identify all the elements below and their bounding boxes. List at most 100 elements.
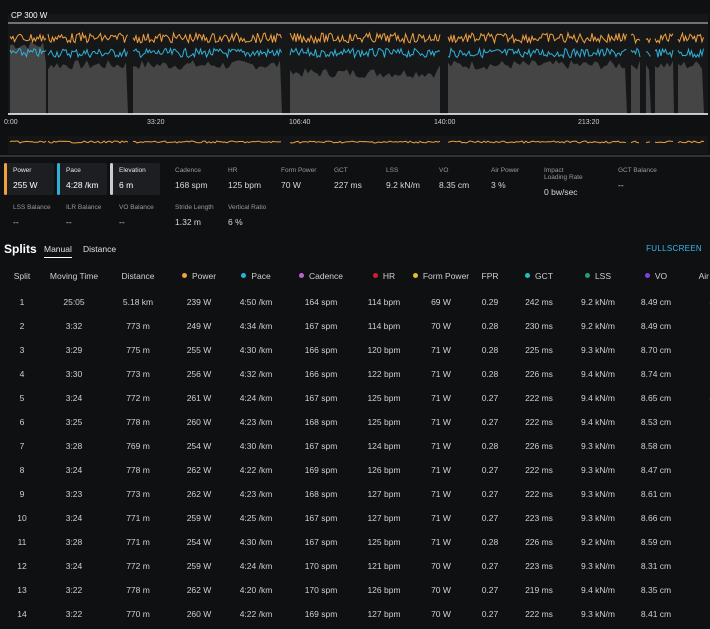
activity-chart-svg[interactable] [0, 0, 710, 158]
column-header[interactable]: Moving Time [44, 262, 104, 290]
metric-value: 125 bpm [228, 180, 262, 190]
metric-elevation[interactable]: Elevation 6 m [110, 163, 160, 195]
table-cell: 3 [19, 345, 25, 355]
table-cell: 0.27 [481, 609, 499, 619]
metric-impact-loading-rate[interactable]: Impact Loading Rate 0 bw/sec [535, 163, 585, 197]
table-row[interactable]: 2 3:32 773 m 249 W 4:34 /km 167 spm 114 bpm 70 … [0, 314, 710, 338]
table-row[interactable]: 13 3:22 778 m 262 W 4:20 /km 170 spm 126 bpm 70… [0, 578, 710, 602]
table-row[interactable]: 8 3:24 778 m 262 W 4:22 /km 169 spm 126 bpm 71 … [0, 458, 710, 482]
metric-cadence[interactable]: Cadence 168 spm [166, 163, 216, 195]
table-row[interactable]: 6 3:25 778 m 260 W 4:23 /km 168 spm 125 bpm 71 … [0, 410, 710, 434]
column-header[interactable]: Air Power [684, 262, 710, 290]
column-header[interactable]: Form Power [412, 262, 470, 290]
table-cell: 121 bpm [367, 561, 401, 571]
table-cell: 8.49 cm [640, 297, 672, 307]
metric-label: LSS [386, 167, 399, 174]
metric-power[interactable]: Power 255 W [4, 163, 54, 195]
column-header[interactable]: Pace [226, 262, 286, 290]
table-cell: 71 W [431, 489, 451, 499]
table-cell: 9.3 kN/m [580, 561, 615, 571]
metric-label: Pace [66, 167, 81, 174]
table-cell: 71 W [431, 345, 451, 355]
metric-vo[interactable]: VO 8.35 cm [430, 163, 480, 195]
column-header[interactable]: FPR [470, 262, 510, 290]
table-cell: 7 [19, 441, 25, 451]
table-cell: 239 W [186, 297, 212, 307]
metric-value: 4:28 /km [66, 180, 99, 190]
column-header[interactable]: HR [356, 262, 412, 290]
table-row[interactable]: 4 3:30 773 m 256 W 4:32 /km 166 spm 122 bpm 71 … [0, 362, 710, 386]
table-cell: 8.35 cm [640, 585, 672, 595]
metric-value: 8.35 cm [439, 180, 470, 190]
table-cell: 127 bpm [367, 489, 401, 499]
tab-distance[interactable]: Distance [83, 244, 116, 254]
fullscreen-button[interactable]: FULLSCREEN [646, 244, 702, 253]
metric-lss-balance[interactable]: LSS Balance -- [4, 200, 54, 232]
table-cell: 70 W [431, 561, 451, 571]
metric-hr[interactable]: HR 125 bpm [219, 163, 269, 195]
metric-form-power[interactable]: Form Power 70 W [272, 163, 322, 195]
column-header[interactable]: GCT [510, 262, 568, 290]
metric-pace[interactable]: Pace 4:28 /km [57, 163, 107, 195]
column-header[interactable]: Split [0, 262, 44, 290]
table-header-row: Split Moving Time Distance Power Pace Cadence… [0, 262, 710, 290]
table-cell: 3:28 [65, 441, 83, 451]
metric-value: 9.2 kN/m [386, 180, 421, 190]
table-cell: 8.61 cm [640, 489, 672, 499]
table-row[interactable]: 7 3:28 769 m 254 W 4:30 /km 167 spm 124 bpm 71 … [0, 434, 710, 458]
metric-stride-length[interactable]: Stride Length 1.32 m [166, 200, 216, 232]
table-cell: 2 [19, 321, 25, 331]
table-row[interactable]: 1 25:05 5.18 km 239 W 4:50 /km 164 spm 114 bpm… [0, 290, 710, 314]
metric-selector: Power 255 W Pace 4:28 /km Elevation 6 m Cadenc… [0, 163, 710, 233]
table-cell: 256 W [186, 369, 212, 379]
metric-gct[interactable]: GCT 227 ms [325, 163, 375, 195]
table-row[interactable]: 10 3:24 771 m 259 W 4:25 /km 167 spm 127 bpm 71… [0, 506, 710, 530]
table-row[interactable]: 14 3:22 770 m 260 W 4:22 /km 169 spm 127 bpm 70… [0, 602, 710, 626]
elevation-area [133, 60, 282, 114]
table-cell: 3 % [684, 338, 710, 362]
table-cell: 71 W [431, 513, 451, 523]
table-row[interactable]: 3 3:29 775 m 255 W 4:30 /km 166 spm 120 bpm 71 … [0, 338, 710, 362]
metric-vo-balance[interactable]: VO Balance -- [110, 200, 160, 232]
metric-value: -- [66, 217, 72, 227]
table-cell: 4:20 /km [239, 585, 273, 595]
table-cell: 222 ms [525, 393, 553, 403]
table-cell: 3 % [684, 602, 710, 626]
tab-manual[interactable]: Manual [44, 244, 72, 258]
table-cell: 125 bpm [367, 537, 401, 547]
column-header[interactable]: Distance [104, 262, 172, 290]
table-cell: 226 ms [525, 441, 553, 451]
metric-lss[interactable]: LSS 9.2 kN/m [377, 163, 427, 195]
table-cell: 4:23 /km [239, 489, 273, 499]
column-header[interactable]: VO [628, 262, 684, 290]
table-row[interactable]: 5 3:24 772 m 261 W 4:24 /km 167 spm 125 bpm 71 … [0, 386, 710, 410]
table-cell: 3:22 [65, 609, 83, 619]
column-header-label: VO [654, 270, 668, 281]
table-cell: 4:24 /km [239, 393, 273, 403]
table-cell: 125 bpm [367, 417, 401, 427]
series-dot-icon [525, 272, 531, 278]
activity-chart[interactable]: CP 300 W 0:00 33:20 106:40 140:00 213:20 [0, 0, 710, 158]
table-cell: 230 ms [525, 321, 553, 331]
table-cell: 124 bpm [367, 441, 401, 451]
table-cell: 167 spm [304, 441, 338, 451]
series-dot-icon [412, 272, 418, 278]
column-header[interactable]: LSS [568, 262, 628, 290]
metric-value: 1.32 m [175, 217, 201, 227]
table-cell: 223 ms [525, 513, 553, 523]
column-header-label: Form Power [422, 270, 470, 281]
metric-gct-balance[interactable]: GCT Balance -- [609, 163, 659, 195]
table-cell: 168 spm [304, 417, 338, 427]
table-row[interactable]: 12 3:24 772 m 259 W 4:24 /km 170 spm 121 bpm 70… [0, 554, 710, 578]
metric-vertical-ratio[interactable]: Vertical Ratio 6 % [219, 200, 269, 232]
table-row[interactable]: 11 3:28 771 m 254 W 4:30 /km 167 spm 125 bpm 71… [0, 530, 710, 554]
table-cell: 9 [19, 489, 25, 499]
column-header[interactable]: Power [172, 262, 226, 290]
column-header[interactable]: Cadence [286, 262, 356, 290]
metric-ilr-balance[interactable]: ILR Balance -- [57, 200, 107, 232]
table-cell: 166 spm [304, 369, 338, 379]
metric-label: Air Power [491, 167, 520, 174]
table-row[interactable]: 9 3:23 773 m 262 W 4:23 /km 168 spm 127 bpm 71 … [0, 482, 710, 506]
metric-air-power[interactable]: Air Power 3 % [482, 163, 532, 195]
table-cell: 9.3 kN/m [580, 609, 615, 619]
